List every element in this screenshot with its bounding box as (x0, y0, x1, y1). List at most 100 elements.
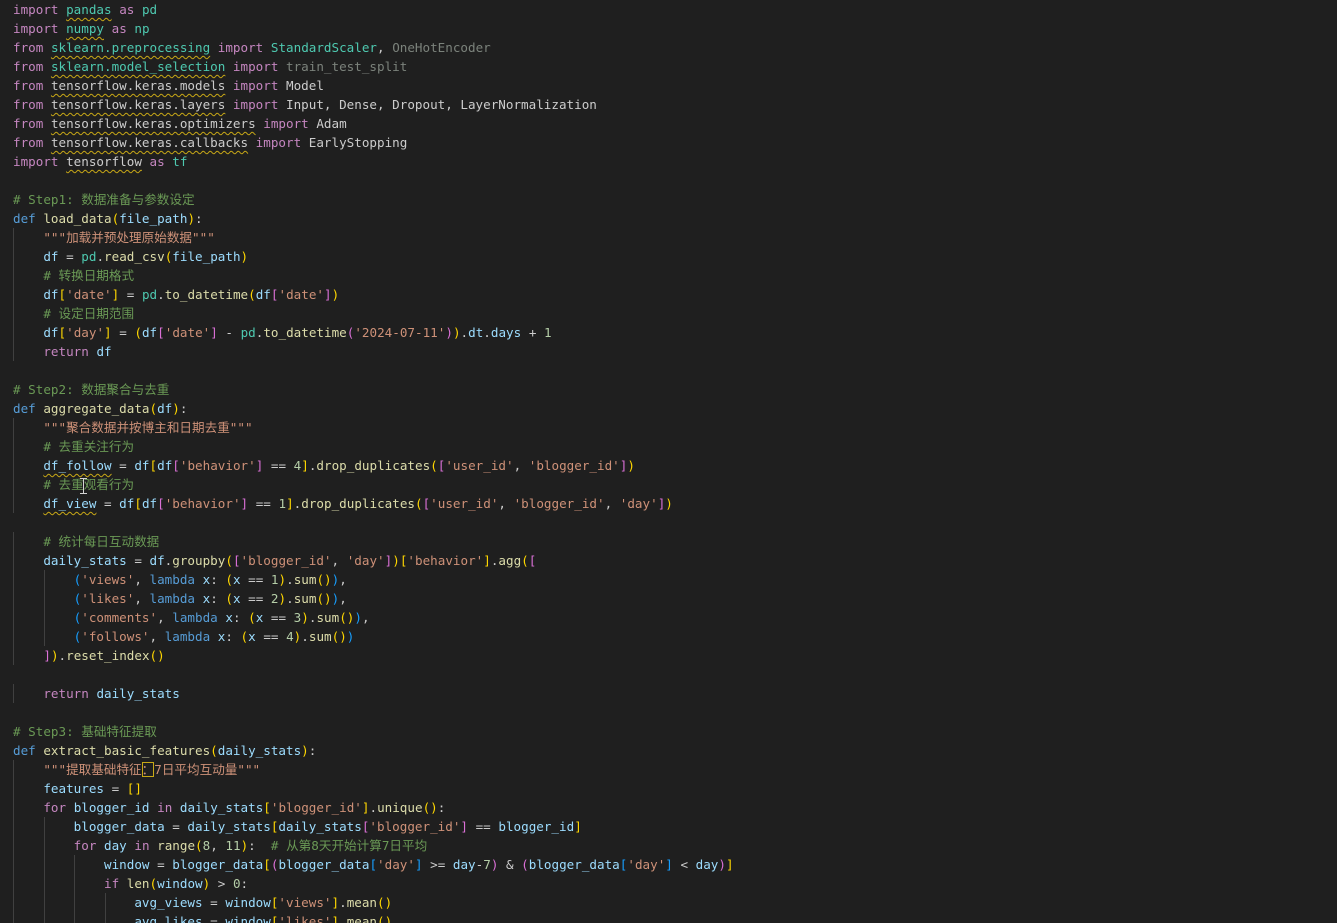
code-line[interactable]: from sklearn.model_selection import trai… (13, 57, 1337, 76)
code-line[interactable]: # Step2: 数据聚合与去重 (13, 380, 1337, 399)
code-token: blogger_data (73, 819, 165, 834)
code-line[interactable]: import pandas as pd (13, 0, 1337, 19)
code-line[interactable]: ('likes', lambda x: (x == 2).sum()), (13, 589, 1337, 608)
code-line[interactable]: for blogger_id in daily_stats['blogger_i… (13, 798, 1337, 817)
code-token: as (149, 154, 165, 169)
code-token: 1 (270, 572, 279, 587)
code-line[interactable]: # 转换日期格式 (13, 266, 1337, 285)
indent-guide (13, 589, 14, 608)
code-line[interactable]: df_view = df[df['behavior'] == 1].drop_d… (13, 494, 1337, 513)
code-token: Adam (308, 116, 347, 131)
code-line[interactable]: import tensorflow as tf (13, 152, 1337, 171)
indent-guide (13, 532, 14, 551)
code-line[interactable]: blogger_data = daily_stats[daily_stats['… (13, 817, 1337, 836)
code-token: . (286, 572, 294, 587)
code-token: sum (293, 572, 317, 587)
code-token: df (96, 344, 112, 359)
code-line[interactable]: ('comments', lambda x: (x == 3).sum()), (13, 608, 1337, 627)
code-line[interactable] (13, 513, 1337, 532)
code-token: : (232, 610, 249, 625)
code-token: avg_likes (134, 914, 203, 923)
code-token: : (308, 743, 317, 758)
code-line[interactable]: avg_likes = window['likes'].mean() (13, 912, 1337, 923)
code-line[interactable]: daily_stats = df.groupby(['blogger_id', … (13, 551, 1337, 570)
code-token: df (149, 553, 165, 568)
code-line[interactable] (13, 361, 1337, 380)
code-line[interactable]: # 去重观看行为 (13, 475, 1337, 494)
code-token: ] (331, 895, 340, 910)
code-line[interactable]: # 去重关注行为 (13, 437, 1337, 456)
code-line[interactable]: ]).reset_index() (13, 646, 1337, 665)
code-token: ( (430, 458, 438, 473)
code-token: drop_duplicates (316, 458, 431, 473)
code-token: # 设定日期范围 (43, 306, 135, 321)
code-line[interactable]: """提取基础特征：7日平均互动量""" (13, 760, 1337, 779)
code-line[interactable]: features = [] (13, 779, 1337, 798)
code-token: ( (225, 553, 233, 568)
code-token: sum (316, 610, 340, 625)
indent-guide (13, 760, 14, 779)
code-line[interactable]: """聚合数据并按博主和日期去重""" (13, 418, 1337, 437)
indent-guide (13, 912, 14, 923)
code-line[interactable] (13, 703, 1337, 722)
code-token: 'user_id' (430, 496, 499, 511)
code-token: from (13, 40, 44, 55)
indent-guide (104, 912, 106, 923)
code-line[interactable]: df = pd.read_csv(file_path) (13, 247, 1337, 266)
code-line[interactable]: def extract_basic_features(daily_stats): (13, 741, 1337, 760)
code-line[interactable]: return daily_stats (13, 684, 1337, 703)
code-line[interactable]: def load_data(file_path): (13, 209, 1337, 228)
code-line[interactable]: # Step1: 数据准备与参数设定 (13, 190, 1337, 209)
code-line[interactable]: from tensorflow.keras.optimizers import … (13, 114, 1337, 133)
code-line[interactable]: import numpy as np (13, 19, 1337, 38)
code-token: df (43, 325, 59, 340)
code-line[interactable]: def aggregate_data(df): (13, 399, 1337, 418)
code-line[interactable]: if len(window) > 0: (13, 874, 1337, 893)
code-line[interactable]: df['day'] = (df['date'] - pd.to_datetime… (13, 323, 1337, 342)
code-line[interactable] (13, 665, 1337, 684)
code-line[interactable]: df['date'] = pd.to_datetime(df['date']) (13, 285, 1337, 304)
code-line[interactable]: from tensorflow.keras.callbacks import E… (13, 133, 1337, 152)
code-line[interactable]: ('views', lambda x: (x == 1).sum()), (13, 570, 1337, 589)
code-token: # 去重观看行为 (43, 477, 135, 492)
code-token: : (210, 591, 226, 606)
code-line[interactable]: from sklearn.preprocessing import Standa… (13, 38, 1337, 57)
code-line[interactable]: df_follow = df[df['behavior'] == 4].drop… (13, 456, 1337, 475)
code-line[interactable]: from tensorflow.keras.models import Mode… (13, 76, 1337, 95)
code-token: 'blogger_id' (513, 496, 605, 511)
code-token: mean (346, 895, 378, 910)
code-line[interactable]: window = blogger_data[(blogger_data['day… (13, 855, 1337, 874)
code-line[interactable]: return df (13, 342, 1337, 361)
code-token: () (316, 591, 332, 606)
code-token: import (263, 116, 309, 131)
code-token: ) (278, 572, 287, 587)
code-lines[interactable]: import pandas as pd import numpy as np fro… (13, 0, 1337, 923)
code-line[interactable]: # 设定日期范围 (13, 304, 1337, 323)
code-token: in (157, 800, 173, 815)
code-line[interactable]: # Step3: 基础特征提取 (13, 722, 1337, 741)
code-line[interactable]: for day in range(8, 11): # 从第8天开始计算7日平均 (13, 836, 1337, 855)
code-line[interactable]: avg_views = window['views'].mean() (13, 893, 1337, 912)
code-token: 'behavior' (407, 553, 484, 568)
code-line[interactable]: """加载并预处理原始数据""" (13, 228, 1337, 247)
code-line[interactable]: # 统计每日互动数据 (13, 532, 1337, 551)
code-line[interactable] (13, 171, 1337, 190)
code-editor[interactable]: import pandas as pd import numpy as np fro… (0, 0, 1337, 923)
code-line[interactable]: ('follows', lambda x: (x == 4).sum()) (13, 627, 1337, 646)
code-token: [ (157, 496, 165, 511)
code-token: ] (323, 287, 332, 302)
code-line[interactable]: from tensorflow.keras.layers import Inpu… (13, 95, 1337, 114)
